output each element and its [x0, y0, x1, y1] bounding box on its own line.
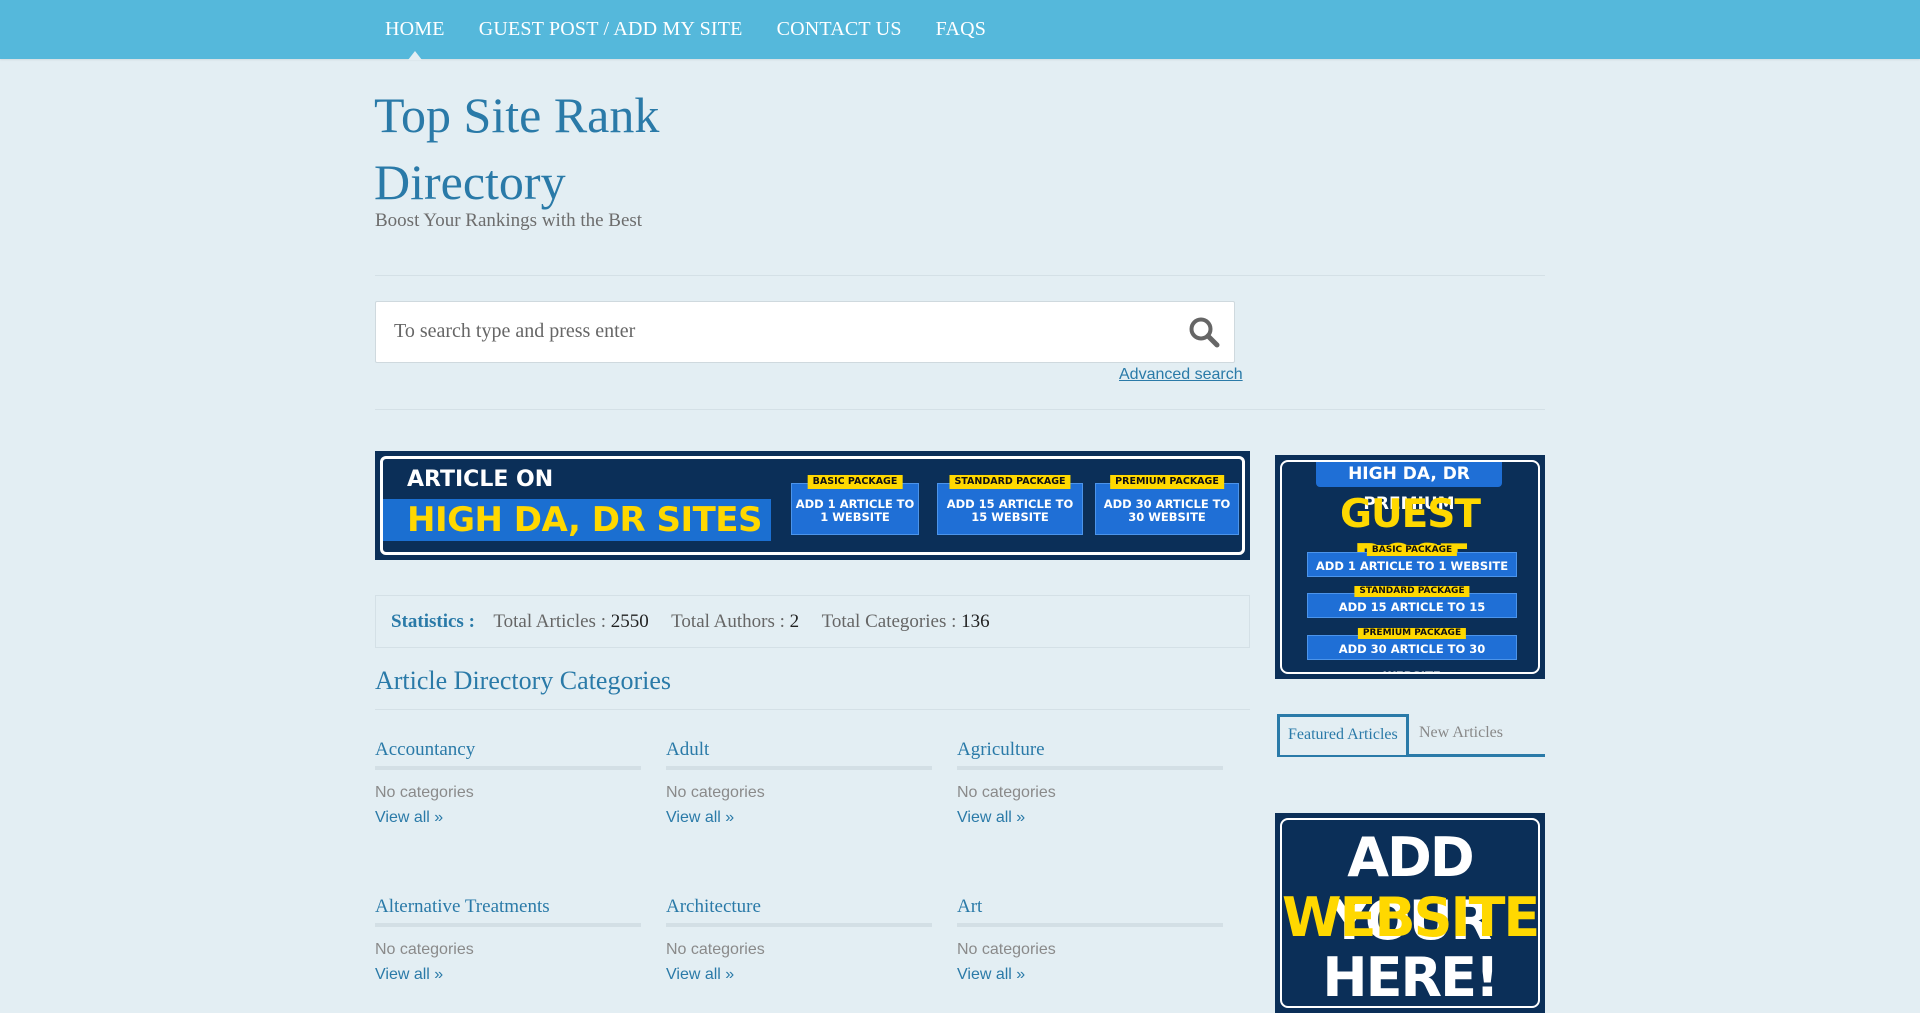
category-underline — [957, 923, 1223, 927]
search-box — [375, 301, 1235, 363]
package-tag: STANDARD PACKAGE — [949, 475, 1071, 489]
category-view-all-link[interactable]: View all » — [666, 809, 932, 827]
category-subcategories: No categories — [666, 941, 765, 958]
package-text: ADD 1 ARTICLE TO 1 WEBSITE — [1315, 559, 1509, 573]
banner-add-line3: HERE! — [1322, 946, 1499, 1008]
total-articles-value: 2550 — [610, 611, 649, 632]
add-your-website-banner[interactable]: ADD YOUR WEBSITE HERE! — [1275, 813, 1545, 1013]
category-view-all-link[interactable]: View all » — [957, 966, 1223, 984]
category-subcategories: No categories — [375, 941, 474, 958]
category-underline — [375, 923, 641, 927]
category-name[interactable]: Agriculture — [957, 738, 1223, 762]
site-tagline: Boost Your Rankings with the Best — [375, 210, 643, 231]
articles-tabs: Featured Articles New Articles — [1277, 712, 1545, 757]
total-authors-label: Total Authors : — [671, 611, 785, 632]
package-text: 15 WEBSITE — [971, 510, 1049, 524]
category-underline — [375, 766, 641, 770]
category-subcategories: No categories — [375, 784, 474, 801]
total-authors-value: 2 — [789, 611, 800, 632]
category-card: Accountancy No categories View all » — [375, 738, 641, 827]
nav-guest-post[interactable]: GUEST POST / ADD MY SITE — [462, 0, 760, 59]
side-package-standard: STANDARD PACKAGE ADD 15 ARTICLE TO 15 WE… — [1307, 586, 1517, 641]
top-navigation-bar: HOME GUEST POST / ADD MY SITE CONTACT US… — [0, 0, 1920, 60]
total-categories-label: Total Categories : — [821, 611, 957, 632]
category-subcategories: No categories — [666, 784, 765, 801]
banner-line1: ARTICLE ON — [407, 467, 554, 492]
category-card: Adult No categories View all » — [666, 738, 932, 827]
banner-add-line2: WEBSITE — [1282, 886, 1539, 949]
nav-faqs[interactable]: FAQS — [919, 0, 1003, 59]
nav-contact-us[interactable]: CONTACT US — [760, 0, 919, 59]
search-input[interactable] — [376, 302, 1192, 360]
article-packages-banner[interactable]: ARTICLE ON HIGH DA, DR SITES BASIC PACKA… — [375, 451, 1250, 560]
nav-home[interactable]: HOME — [368, 0, 462, 60]
site-title-line1: Top Site Rank — [374, 87, 660, 143]
header-divider — [375, 275, 1545, 276]
category-underline — [666, 923, 932, 927]
package-tag: PREMIUM PACKAGE — [1357, 628, 1467, 639]
package-text: ADD 15 ARTICLE TO — [946, 497, 1074, 511]
banner-frame: HIGH DA, DR PREMIUM GUEST POST BASIC PAC… — [1280, 460, 1540, 674]
banner-package-basic: BASIC PACKAGE ADD 1 ARTICLE TO 1 WEBSITE — [791, 475, 919, 535]
total-articles-label: Total Articles : — [493, 611, 606, 632]
banner-package-standard: STANDARD PACKAGE ADD 15 ARTICLE TO 15 WEB… — [937, 475, 1083, 535]
category-underline — [957, 766, 1223, 770]
side-package-premium: PREMIUM PACKAGE ADD 30 ARTICLE TO 30 WEB… — [1307, 628, 1517, 672]
section-title: Article Directory Categories — [375, 666, 671, 695]
banner-frame: ARTICLE ON HIGH DA, DR SITES BASIC PACKA… — [380, 456, 1245, 555]
guest-post-banner[interactable]: HIGH DA, DR PREMIUM GUEST POST BASIC PAC… — [1275, 455, 1545, 679]
category-view-all-link[interactable]: View all » — [666, 966, 932, 984]
package-text: ADD 30 ARTICLE TO — [1103, 497, 1231, 511]
package-tag: BASIC PACKAGE — [1366, 545, 1458, 556]
banner-side-top: HIGH DA, DR PREMIUM — [1316, 462, 1502, 514]
side-package-basic: BASIC PACKAGE ADD 1 ARTICLE TO 1 WEBSITE — [1307, 545, 1517, 577]
category-name[interactable]: Architecture — [666, 895, 932, 919]
statistics-label: Statistics : — [391, 611, 475, 632]
banner-frame: ADD YOUR WEBSITE HERE! — [1280, 818, 1540, 1008]
package-tag: PREMIUM PACKAGE — [1110, 475, 1224, 489]
category-card: Architecture No categories View all » — [666, 895, 932, 984]
search-icon[interactable] — [1188, 316, 1220, 348]
category-subcategories: No categories — [957, 941, 1056, 958]
search-divider — [375, 409, 1545, 410]
category-name[interactable]: Accountancy — [375, 738, 641, 762]
package-text: 1 WEBSITE — [820, 510, 890, 524]
category-view-all-link[interactable]: View all » — [375, 809, 641, 827]
package-text: 30 WEBSITE — [1128, 510, 1206, 524]
package-text: ADD 30 ARTICLE TO 30 WEBSITE — [1338, 642, 1486, 672]
tab-new-articles[interactable]: New Articles — [1409, 714, 1513, 752]
category-subcategories: No categories — [957, 784, 1056, 801]
category-name[interactable]: Adult — [666, 738, 932, 762]
package-tag: BASIC PACKAGE — [807, 475, 903, 489]
package-text: ADD 1 ARTICLE TO — [795, 497, 915, 511]
category-view-all-link[interactable]: View all » — [957, 809, 1223, 827]
category-card: Alternative Treatments No categories Vie… — [375, 895, 641, 984]
category-card: Agriculture No categories View all » — [957, 738, 1223, 827]
banner-line2: HIGH DA, DR SITES — [383, 499, 771, 541]
category-underline — [666, 766, 932, 770]
advanced-search-link[interactable]: Advanced search — [1119, 366, 1243, 384]
category-name[interactable]: Art — [957, 895, 1223, 919]
statistics-bar: Statistics : Total Articles : 2550 Total… — [375, 595, 1250, 648]
total-categories-value: 136 — [961, 611, 990, 632]
category-name[interactable]: Alternative Treatments — [375, 895, 641, 919]
site-title-line2: Directory — [374, 154, 566, 210]
category-card: Art No categories View all » — [957, 895, 1223, 984]
tab-featured-articles[interactable]: Featured Articles — [1277, 714, 1409, 755]
category-view-all-link[interactable]: View all » — [375, 966, 641, 984]
banner-package-premium: PREMIUM PACKAGE ADD 30 ARTICLE TO 30 WEBS… — [1095, 475, 1239, 535]
site-title[interactable]: Top Site Rank Directory — [374, 82, 774, 216]
package-tag: STANDARD PACKAGE — [1354, 586, 1470, 597]
main-nav: HOME GUEST POST / ADD MY SITE CONTACT US… — [368, 0, 1003, 60]
section-divider — [375, 709, 1250, 710]
